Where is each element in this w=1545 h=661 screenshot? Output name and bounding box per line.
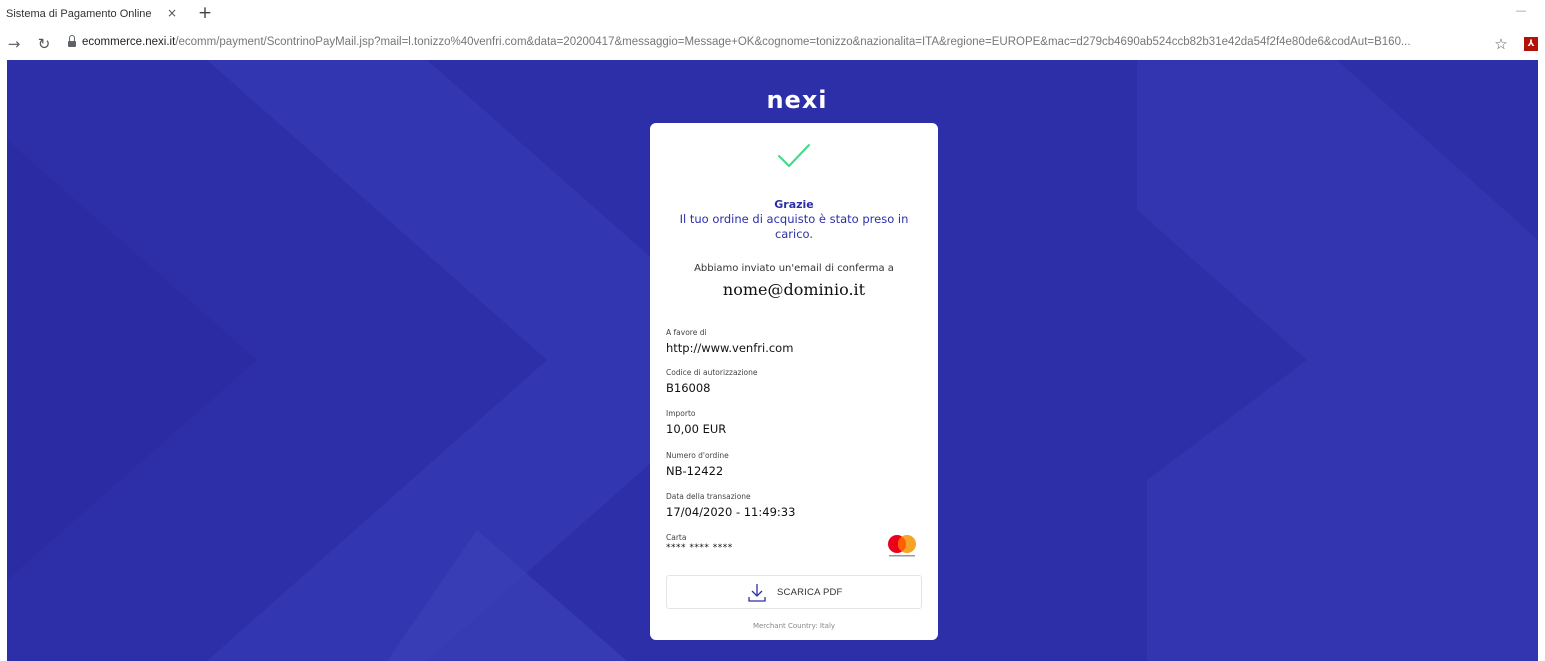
amount-label: Importo [666, 409, 696, 418]
order-confirmation-message: Il tuo ordine di acquisto è stato preso … [679, 212, 909, 241]
pdf-extension-icon[interactable]: ⅄ [1524, 37, 1538, 51]
card-number-value: **** **** **** [666, 543, 733, 553]
browser-toolbar: → ↻ ecommerce.nexi.it/ecomm/payment/Scon… [0, 28, 1545, 60]
mastercard-logo-icon [888, 535, 916, 557]
close-tab-icon[interactable]: × [165, 6, 179, 20]
beneficiary-value: http://www.venfri.com [666, 341, 794, 355]
transaction-date-value: 17/04/2020 - 11:49:33 [666, 505, 796, 519]
back-arrow-icon[interactable]: → [4, 33, 24, 55]
check-icon [778, 144, 810, 167]
receipt-card: Grazie Il tuo ordine di acquisto è stato… [650, 123, 938, 640]
confirmation-email: nome@dominio.it [722, 280, 866, 299]
order-number-value: NB-12422 [666, 464, 724, 478]
download-pdf-label: SCARICA PDF [777, 587, 843, 598]
address-bar[interactable]: ecommerce.nexi.it/ecomm/payment/Scontrin… [82, 36, 1482, 48]
email-sent-message: Abbiamo inviato un'email di conferma a [694, 263, 894, 274]
payment-page: nexi Grazie Il tuo ordine di acquisto è … [7, 60, 1538, 661]
merchant-country: Merchant Country: Italy [752, 622, 836, 630]
lock-icon[interactable] [68, 35, 76, 49]
url-host: ecommerce.nexi.it [82, 36, 176, 48]
minimize-window-icon[interactable]: — [1514, 4, 1528, 17]
order-number-label: Numero d'ordine [666, 451, 729, 460]
download-icon [748, 584, 766, 602]
tab-bar: Sistema di Pagamento Online × + — [0, 0, 1545, 28]
authorization-code-label: Codice di autorizzazione [666, 368, 758, 377]
beneficiary-label: A favore di [666, 328, 707, 337]
transaction-date-label: Data della transazione [666, 492, 751, 501]
authorization-code-value: B16008 [666, 381, 711, 395]
browser-tab[interactable]: Sistema di Pagamento Online × [0, 0, 190, 28]
new-tab-button[interactable]: + [196, 4, 214, 22]
url-path: /ecomm/payment/ScontrinoPayMail.jsp?mail… [175, 36, 1411, 48]
thank-you-heading: Grazie [774, 198, 814, 211]
nexi-logo: nexi [766, 86, 828, 114]
amount-value: 10,00 EUR [666, 422, 727, 436]
card-label: Carta [666, 533, 687, 542]
download-pdf-button[interactable]: SCARICA PDF [666, 575, 922, 609]
tab-title: Sistema di Pagamento Online [6, 8, 152, 20]
reload-icon[interactable]: ↻ [34, 33, 54, 55]
bookmark-star-icon[interactable]: ☆ [1492, 33, 1510, 55]
